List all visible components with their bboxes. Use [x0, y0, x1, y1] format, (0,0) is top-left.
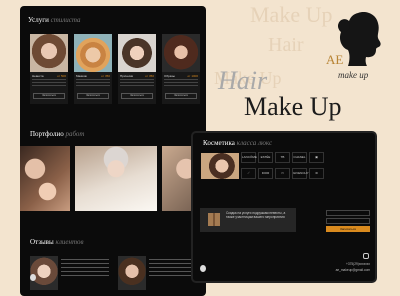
service-name: Невеста	[32, 74, 44, 78]
service-price: от 500	[57, 74, 66, 78]
service-card[interactable]: Прически от 350 Записаться	[118, 34, 156, 104]
logo: AE make up	[318, 10, 390, 82]
service-card[interactable]: Образы от 1000 Записаться	[162, 34, 200, 104]
brand-logo[interactable]: TB	[275, 152, 290, 163]
review-text	[149, 259, 197, 279]
footer-logo-icon	[30, 274, 36, 281]
footer-logo-icon	[200, 265, 206, 272]
service-photo	[30, 34, 68, 72]
logo-tagline: make up	[338, 70, 369, 80]
book-button[interactable]: Записаться	[33, 93, 65, 99]
brand-logo[interactable]: Ⅲ	[309, 168, 324, 179]
portfolio-photo[interactable]	[75, 146, 157, 211]
brand-logo[interactable]: DIOR	[258, 168, 273, 179]
service-card[interactable]: Макияж от 350 Записаться	[74, 34, 112, 104]
review-avatar	[30, 256, 58, 290]
phone-input[interactable]	[326, 218, 370, 224]
service-photo	[162, 34, 200, 72]
service-price: от 1000	[187, 74, 198, 78]
name-input[interactable]	[326, 210, 370, 216]
hero-line-makeup: Make Up	[244, 92, 342, 121]
portfolio-photo[interactable]	[20, 146, 70, 211]
brand-logo[interactable]: LANCÔME	[241, 152, 257, 163]
book-button[interactable]: Записаться	[77, 93, 109, 99]
brand-logo[interactable]: ⟋	[241, 168, 256, 179]
review-item	[118, 256, 198, 292]
cosmetics-title: Косметика класса люкс	[203, 139, 273, 147]
cosmetics-photo	[201, 153, 239, 179]
gift-icon	[208, 213, 220, 226]
brand-logo[interactable]: ▭	[275, 168, 290, 179]
service-photo	[118, 34, 156, 72]
brand-logo[interactable]: ▣	[309, 152, 324, 163]
portfolio-title: Портфолио работ	[30, 130, 85, 138]
instagram-icon[interactable]	[363, 253, 369, 259]
service-name: Макияж	[76, 74, 87, 78]
reviews-title: Отзывы клиентов	[30, 238, 84, 246]
brand-logo[interactable]: ESTĒE	[258, 152, 273, 163]
review-avatar	[118, 256, 146, 290]
contact-email[interactable]: ae_makeup@gmail.com	[320, 268, 370, 272]
service-name: Прически	[120, 74, 134, 78]
review-text	[61, 259, 109, 279]
contact-phone[interactable]: +375(29)xxxxxxx	[330, 262, 370, 266]
logo-initials: AE	[326, 52, 344, 67]
mobile-mockup: Услуги стилиста Невеста от 500 Записатьс…	[20, 6, 206, 296]
service-name: Образы	[164, 74, 175, 78]
service-description	[32, 79, 66, 87]
service-description	[120, 79, 154, 87]
review-item	[30, 256, 110, 292]
service-price: от 350	[101, 74, 110, 78]
background-word: Hair	[268, 34, 304, 56]
woman-silhouette-icon	[338, 12, 381, 66]
service-description	[76, 79, 110, 87]
book-button[interactable]: Записаться	[121, 93, 153, 99]
promo-block: Скидка на услуги подружкам невесты, а та…	[200, 208, 296, 232]
submit-button[interactable]: Записаться	[326, 226, 370, 232]
services-title: Услуги стилиста	[28, 16, 81, 24]
promo-text: Скидка на услуги подружкам невесты, а та…	[226, 211, 286, 220]
brand-logo[interactable]: CHANEL	[292, 152, 307, 163]
book-button[interactable]: Записаться	[165, 93, 197, 99]
service-description	[164, 79, 198, 87]
service-card[interactable]: Невеста от 500 Записаться	[30, 34, 68, 104]
service-price: от 350	[145, 74, 154, 78]
brand-logo[interactable]: GIVENCHY	[292, 168, 309, 179]
service-photo	[74, 34, 112, 72]
